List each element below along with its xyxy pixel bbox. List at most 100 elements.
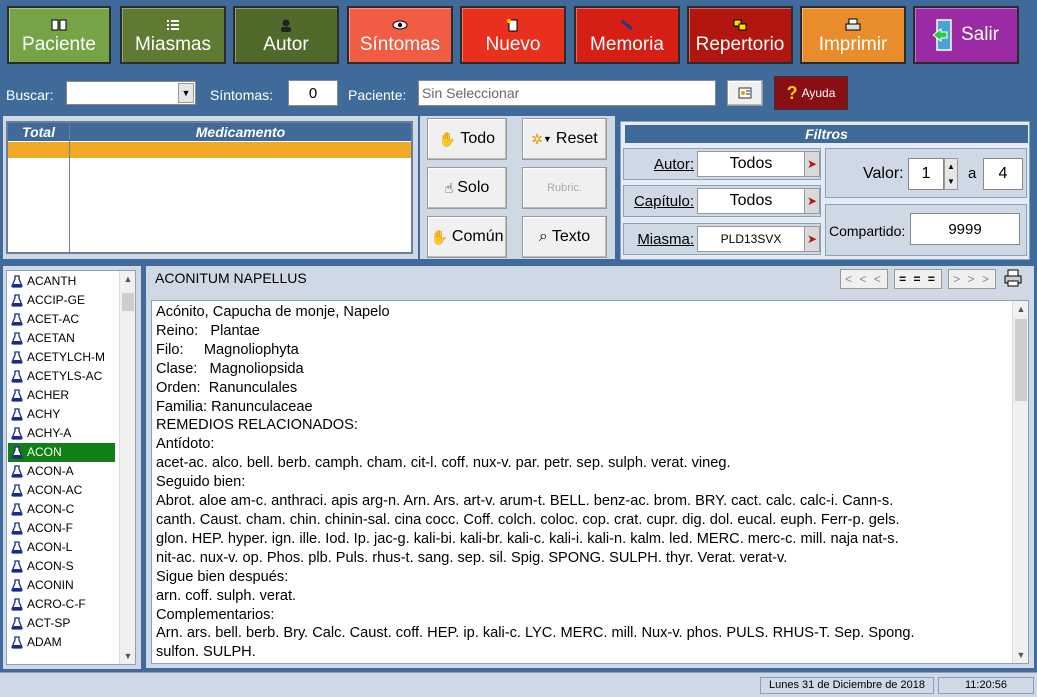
repertorio-button[interactable]: Repertorio [687,6,793,64]
list-item[interactable]: ACRO-C-F [8,595,115,614]
miasma-filter-value[interactable]: PLD13SVX [697,226,805,252]
list-item[interactable]: ACON-L [8,538,115,557]
list-item[interactable]: ACHER [8,386,115,405]
text-line: sulfon. SULPH. [156,644,256,661]
flask-icon [11,408,23,421]
text-line: Sigue bien después: [156,568,289,585]
todo-button[interactable]: ✋ Todo [427,118,507,160]
list-item[interactable]: ACANTH [8,272,115,291]
search-icon: ⌕ [538,228,548,245]
nav-equal-button[interactable]: = = = [894,269,942,289]
flask-icon [11,598,23,611]
salir-button[interactable]: Salir [913,6,1019,64]
memoria-button[interactable]: Memoria [574,6,680,64]
list-item[interactable]: ACON-S [8,557,115,576]
scroll-up-icon[interactable]: ▲ [1013,301,1028,317]
text-line: Clase: Magnoliopsida [156,360,304,377]
text-line: Acónito, Capucha de monje, Napelo [156,304,390,320]
remedy-title: ACONITUM NAPELLUS [155,270,307,286]
list-item[interactable]: ACETYLS-AC [8,367,115,386]
hand-icon: ✋ [430,228,448,245]
text-line: Reino: Plantae [156,322,260,339]
filtros-panel: Filtros Autor: Todos ➤ Capítulo: Todos ➤… [620,121,1030,260]
capitulo-filter-row: Capítulo: Todos ➤ [623,185,821,217]
flask-icon [11,389,23,402]
buscar-combo[interactable]: ▼ [66,81,196,105]
valor-from-field[interactable]: 1 [908,158,944,190]
miasmas-button[interactable]: Miasmas [120,6,226,64]
list-item[interactable]: ACETYLCH-M [8,348,115,367]
scroll-down-icon[interactable]: ▼ [120,648,136,664]
text-line: Orden: Ranunculales [156,379,298,396]
arrow-right-icon[interactable]: ➤ [804,226,820,252]
flask-icon [11,636,23,649]
list-item[interactable]: ACETAN [8,329,115,348]
flask-icon [11,484,23,497]
flask-icon [11,275,23,288]
col-total-header[interactable]: Total [8,123,69,141]
patient-lookup-button[interactable] [727,80,763,106]
list-icon [167,20,179,30]
list-item[interactable]: ACCIP-GE [8,291,115,310]
list-item[interactable]: ACHY-A [8,424,115,443]
list-item[interactable]: ACON-AC [8,481,115,500]
autor-filter-value[interactable]: Todos [697,151,805,177]
imprimir-button[interactable]: Imprimir [800,6,906,64]
rubric-button[interactable]: Rubric. [522,167,607,209]
scroll-down-icon[interactable]: ▼ [1013,647,1028,663]
arrow-right-icon[interactable]: ➤ [804,151,820,177]
nav-next-button[interactable]: > > > [948,269,996,289]
text-line: Filo: Magnoliophyta [156,341,299,358]
content-scrollbar[interactable]: ▲ ▼ [1012,301,1028,663]
list-item[interactable]: ACT-SP [8,614,115,633]
scroll-thumb[interactable] [1015,319,1027,401]
filtros-title: Filtros [625,125,1028,143]
autor-button[interactable]: Autor [233,6,339,64]
list-item[interactable]: ACET-AC [8,310,115,329]
col-medicamento-header[interactable]: Medicamento [70,123,411,141]
list-item[interactable]: ACON-C [8,500,115,519]
list-item[interactable]: ACON-F [8,519,115,538]
text-line: nit-ac. nux-v. op. Phos. plb. Puls. rhus… [156,549,788,566]
autor-filter-label: Autor: [653,156,694,173]
remedy-list[interactable]: ACANTH ACCIP-GE ACET-AC ACETAN ACETYLCH-M ACE… [6,270,136,665]
paciente-button[interactable]: Paciente [7,6,111,64]
arrow-right-icon[interactable]: ➤ [804,188,820,214]
hand-icon: ✋ [438,130,457,147]
comun-button[interactable]: ✋ Común [427,216,507,258]
texto-button[interactable]: ⌕ Texto [522,216,607,258]
valor-to-field[interactable]: 4 [983,158,1023,190]
remedy-list-scrollbar[interactable]: ▲ ▼ [119,271,135,664]
list-item[interactable]: ACHY [8,405,115,424]
scroll-thumb[interactable] [122,293,134,311]
sintomas-button[interactable]: Síntomas [347,6,453,64]
scroll-up-icon[interactable]: ▲ [120,271,136,287]
chevron-down-icon[interactable]: ▼ [178,83,194,103]
flask-icon [11,427,23,440]
solo-button[interactable]: ☝ Solo [427,167,507,209]
sintomas-count-field[interactable]: 0 [288,80,338,106]
list-item[interactable]: ACON-A [8,462,115,481]
text-line: Seguido bien: [156,474,246,491]
capitulo-filter-value[interactable]: Todos [697,188,805,214]
remedy-text[interactable]: Acónito, Capucha de monje, Napelo Reino: … [151,300,1029,664]
nuevo-button[interactable]: Nuevo [460,6,566,64]
text-line: Arn. ars. bell. berb. Bry. Calc. Caust. … [156,625,915,642]
printer-icon[interactable] [1004,269,1022,287]
cards-icon [733,19,747,31]
list-item[interactable]: ADAM [8,633,115,652]
compartido-field[interactable]: 9999 [910,213,1020,245]
buscar-label: Buscar: [6,87,54,103]
flask-icon [11,351,23,364]
user-icon [281,19,291,32]
paciente-field[interactable]: Sin Seleccionar [418,80,716,106]
flask-icon [11,332,23,345]
valor-spinner[interactable]: ▲ ▼ [944,158,958,190]
text-line: glon. HEP. hyper. ign. ille. Iod. Ip. ja… [156,530,899,547]
list-item[interactable]: ACON [8,443,115,462]
medication-table[interactable]: Total Medicamento [6,121,413,254]
nav-prev-button[interactable]: < < < [840,269,888,289]
ayuda-button[interactable]: ? Ayuda [774,76,848,110]
list-item[interactable]: ACONIN [8,576,115,595]
reset-button[interactable]: ✲ ▼ Reset [522,118,607,160]
